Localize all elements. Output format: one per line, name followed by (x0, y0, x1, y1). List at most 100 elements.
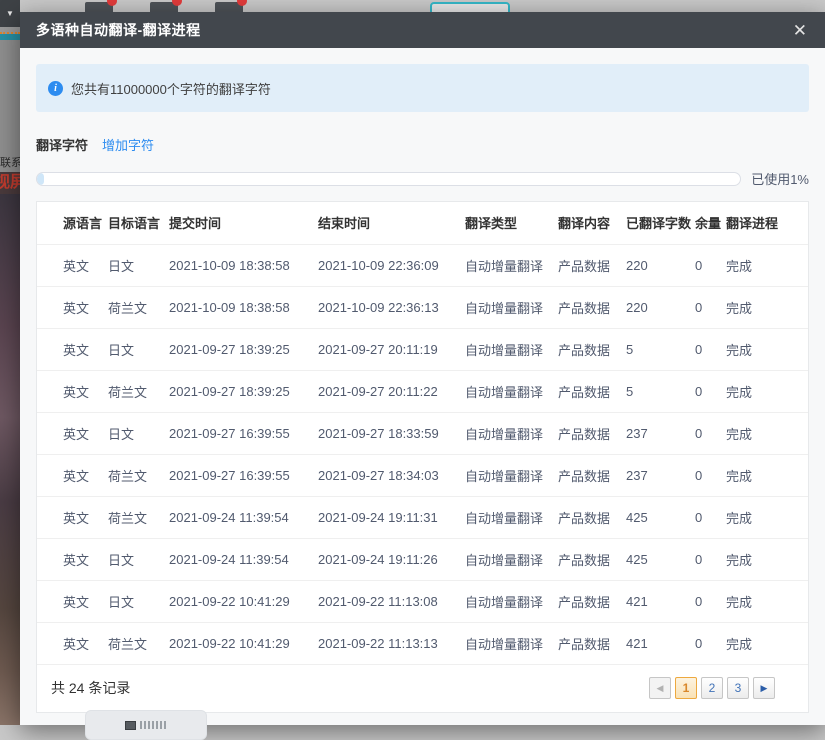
translation-jobs-table: 源语言 目标语言 提交时间 结束时间 翻译类型 翻译内容 已翻译字数 余量 翻译… (37, 202, 808, 665)
cell-source-lang: 英文 (63, 384, 90, 400)
cell-source-lang: 英文 (63, 342, 90, 358)
cell-submit-time: 2021-09-22 10:41:29 (169, 635, 290, 651)
cell-source-lang: 英文 (63, 552, 90, 568)
cell-submit-time: 2021-10-09 18:38:58 (169, 299, 290, 315)
background-partial-button[interactable] (85, 710, 207, 740)
cell-translate-content: 产品数据 (558, 342, 611, 358)
cell-translated-count: 237 (626, 425, 648, 441)
cell-remaining: 0 (695, 425, 703, 441)
cell-target-lang: 日文 (108, 342, 135, 358)
cell-end-time: 2021-09-27 18:34:03 (318, 467, 439, 483)
cell-translate-type: 自动增量翻译 (465, 552, 544, 568)
dialog-title: 多语种自动翻译-翻译进程 (36, 22, 201, 38)
clipped-button-text (139, 721, 168, 729)
cell-target-lang: 日文 (108, 594, 135, 610)
cell-progress-status: 完成 (726, 300, 753, 316)
cell-source-lang: 英文 (63, 468, 90, 484)
quota-info-text: 您共有11000000个字符的翻译字符 (71, 81, 271, 97)
page-button-2[interactable]: 2 (701, 677, 723, 699)
cell-end-time: 2021-09-22 11:13:08 (318, 593, 438, 609)
cell-translated-count: 220 (626, 299, 648, 315)
cell-source-lang: 英文 (63, 636, 90, 652)
cell-translated-count: 5 (626, 341, 634, 357)
background-left-strip: ▼ 联系 视屏 (0, 0, 20, 725)
cell-target-lang: 日文 (108, 258, 135, 274)
background-top-strip (20, 0, 825, 12)
next-page-button[interactable]: ▶ (753, 677, 775, 699)
cell-translated-count: 421 (626, 635, 648, 651)
cell-translated-count: 425 (626, 551, 648, 567)
cell-source-lang: 英文 (63, 258, 90, 274)
dialog-body: i 您共有11000000个字符的翻译字符 翻译字符 增加字符 已使用1% 源语… (20, 48, 825, 713)
cell-translated-count: 5 (626, 383, 634, 399)
notification-badge (237, 0, 247, 6)
cell-remaining: 0 (695, 635, 703, 651)
cell-end-time: 2021-09-27 18:33:59 (318, 425, 439, 441)
cell-remaining: 0 (695, 509, 703, 525)
cell-end-time: 2021-09-22 11:13:13 (318, 635, 438, 651)
cell-progress-status: 完成 (726, 552, 753, 568)
close-icon[interactable]: ✕ (789, 20, 811, 41)
cell-translate-content: 产品数据 (558, 258, 611, 274)
table-row: 英文 日文 2021-09-24 11:39:54 2021-09-24 19:… (37, 538, 808, 580)
cell-translate-content: 产品数据 (558, 552, 611, 568)
table-body: 英文 日文 2021-10-09 18:38:58 2021-10-09 22:… (37, 244, 808, 664)
cell-progress-status: 完成 (726, 258, 753, 274)
cell-translate-type: 自动增量翻译 (465, 468, 544, 484)
col-translate-content: 翻译内容 (558, 216, 611, 232)
cell-translate-content: 产品数据 (558, 510, 611, 526)
cell-target-lang: 荷兰文 (108, 636, 148, 652)
prev-page-button[interactable]: ◀ (649, 677, 671, 699)
col-submit-time: 提交时间 (169, 216, 222, 232)
cell-progress-status: 完成 (726, 426, 753, 442)
cell-target-lang: 荷兰文 (108, 300, 148, 316)
page-button-1[interactable]: 1 (675, 677, 697, 699)
page-button-3[interactable]: 3 (727, 677, 749, 699)
cell-remaining: 0 (695, 467, 703, 483)
cell-translate-type: 自动增量翻译 (465, 510, 544, 526)
cell-translate-type: 自动增量翻译 (465, 300, 544, 316)
cell-remaining: 0 (695, 551, 703, 567)
background-clipped-text: 联系 (0, 155, 20, 172)
cell-submit-time: 2021-10-09 18:38:58 (169, 257, 290, 273)
background-search-box (430, 2, 510, 12)
cell-progress-status: 完成 (726, 510, 753, 526)
cell-source-lang: 英文 (63, 300, 90, 316)
col-end-time: 结束时间 (318, 216, 371, 232)
cell-progress-status: 完成 (726, 594, 753, 610)
quota-info-alert: i 您共有11000000个字符的翻译字符 (36, 64, 809, 112)
background-gray-panel (0, 40, 20, 155)
cell-submit-time: 2021-09-27 18:39:25 (169, 383, 290, 399)
cell-translated-count: 237 (626, 467, 648, 483)
col-target-lang: 目标语言 (108, 216, 161, 232)
table-row: 英文 日文 2021-09-27 18:39:25 2021-09-27 20:… (37, 328, 808, 370)
cell-translate-type: 自动增量翻译 (465, 258, 544, 274)
cell-target-lang: 荷兰文 (108, 384, 148, 400)
notification-badge (172, 0, 182, 6)
table-row: 英文 日文 2021-09-22 10:41:29 2021-09-22 11:… (37, 580, 808, 622)
col-translate-type: 翻译类型 (465, 216, 518, 232)
cell-target-lang: 荷兰文 (108, 510, 148, 526)
table-row: 英文 荷兰文 2021-09-27 16:39:55 2021-09-27 18… (37, 454, 808, 496)
table-row: 英文 荷兰文 2021-10-09 18:38:58 2021-10-09 22… (37, 286, 808, 328)
chevron-down-icon: ▼ (6, 9, 14, 18)
add-characters-link[interactable]: 增加字符 (102, 135, 154, 154)
cell-target-lang: 荷兰文 (108, 468, 148, 484)
col-remaining: 余量 (695, 216, 722, 232)
cell-translated-count: 220 (626, 257, 648, 273)
pagination: ◀ 1 2 3 ▶ (649, 677, 775, 699)
background-dropdown-button[interactable]: ▼ (0, 0, 20, 27)
cell-translate-type: 自动增量翻译 (465, 594, 544, 610)
col-translated-count: 已翻译字数 (626, 216, 692, 232)
cell-source-lang: 英文 (63, 426, 90, 442)
cell-translate-content: 产品数据 (558, 426, 611, 442)
translation-jobs-card: 源语言 目标语言 提交时间 结束时间 翻译类型 翻译内容 已翻译字数 余量 翻译… (36, 201, 809, 713)
quota-row: 翻译字符 增加字符 (36, 135, 809, 154)
cell-remaining: 0 (695, 257, 703, 273)
background-photo (0, 194, 20, 725)
cell-translate-type: 自动增量翻译 (465, 384, 544, 400)
cell-translated-count: 421 (626, 593, 648, 609)
cell-remaining: 0 (695, 383, 703, 399)
table-row: 英文 日文 2021-10-09 18:38:58 2021-10-09 22:… (37, 244, 808, 286)
cell-source-lang: 英文 (63, 594, 90, 610)
